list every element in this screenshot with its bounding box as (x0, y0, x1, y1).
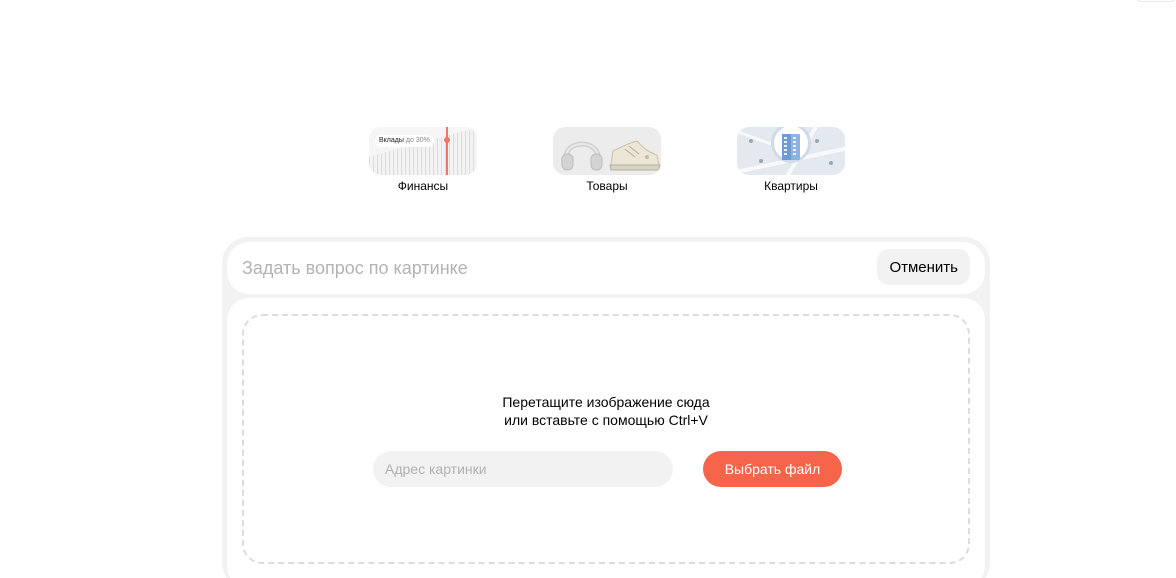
image-drop-zone[interactable]: Перетащите изображение сюда или вставьте… (242, 314, 970, 564)
headphones-icon (561, 141, 603, 171)
corner-element (1134, 0, 1176, 2)
drop-instructions: Перетащите изображение сюда или вставьте… (244, 393, 968, 429)
category-label-goods: Товары (586, 179, 628, 193)
cancel-button[interactable]: Отменить (877, 249, 970, 285)
goods-thumbnail (553, 127, 661, 175)
building-icon (782, 134, 800, 160)
question-input[interactable] (242, 256, 882, 280)
image-url-input[interactable] (373, 451, 673, 487)
image-search-card: Отменить Перетащите изображение сюда или… (222, 237, 990, 578)
image-search-page: Вклады до 30% Финансы Товары Квартиры За… (0, 0, 1176, 578)
upload-panel: Перетащите изображение сюда или вставьте… (227, 298, 985, 578)
apartments-thumbnail (737, 127, 845, 175)
finance-pill-main: Вклады (379, 137, 404, 144)
category-finance[interactable]: Вклады до 30% Финансы (369, 127, 477, 193)
finance-thumbnail: Вклады до 30% (369, 127, 477, 175)
finance-chart-dot (444, 137, 450, 143)
drop-instruction-line2: или вставьте с помощью Ctrl+V (504, 412, 708, 428)
sneaker-icon (609, 140, 661, 171)
finance-pill: Вклады до 30% (375, 135, 434, 147)
category-apartments[interactable]: Квартиры (737, 127, 845, 193)
finance-chart-line (446, 127, 448, 175)
finance-pill-sub: до 30% (405, 137, 430, 144)
choose-file-button[interactable]: Выбрать файл (703, 451, 842, 487)
query-bar: Отменить (227, 242, 985, 294)
category-label-finance: Финансы (397, 179, 449, 193)
category-goods[interactable]: Товары (553, 127, 661, 193)
drop-instruction-line1: Перетащите изображение сюда (502, 394, 710, 410)
category-label-apartments: Квартиры (764, 179, 818, 193)
